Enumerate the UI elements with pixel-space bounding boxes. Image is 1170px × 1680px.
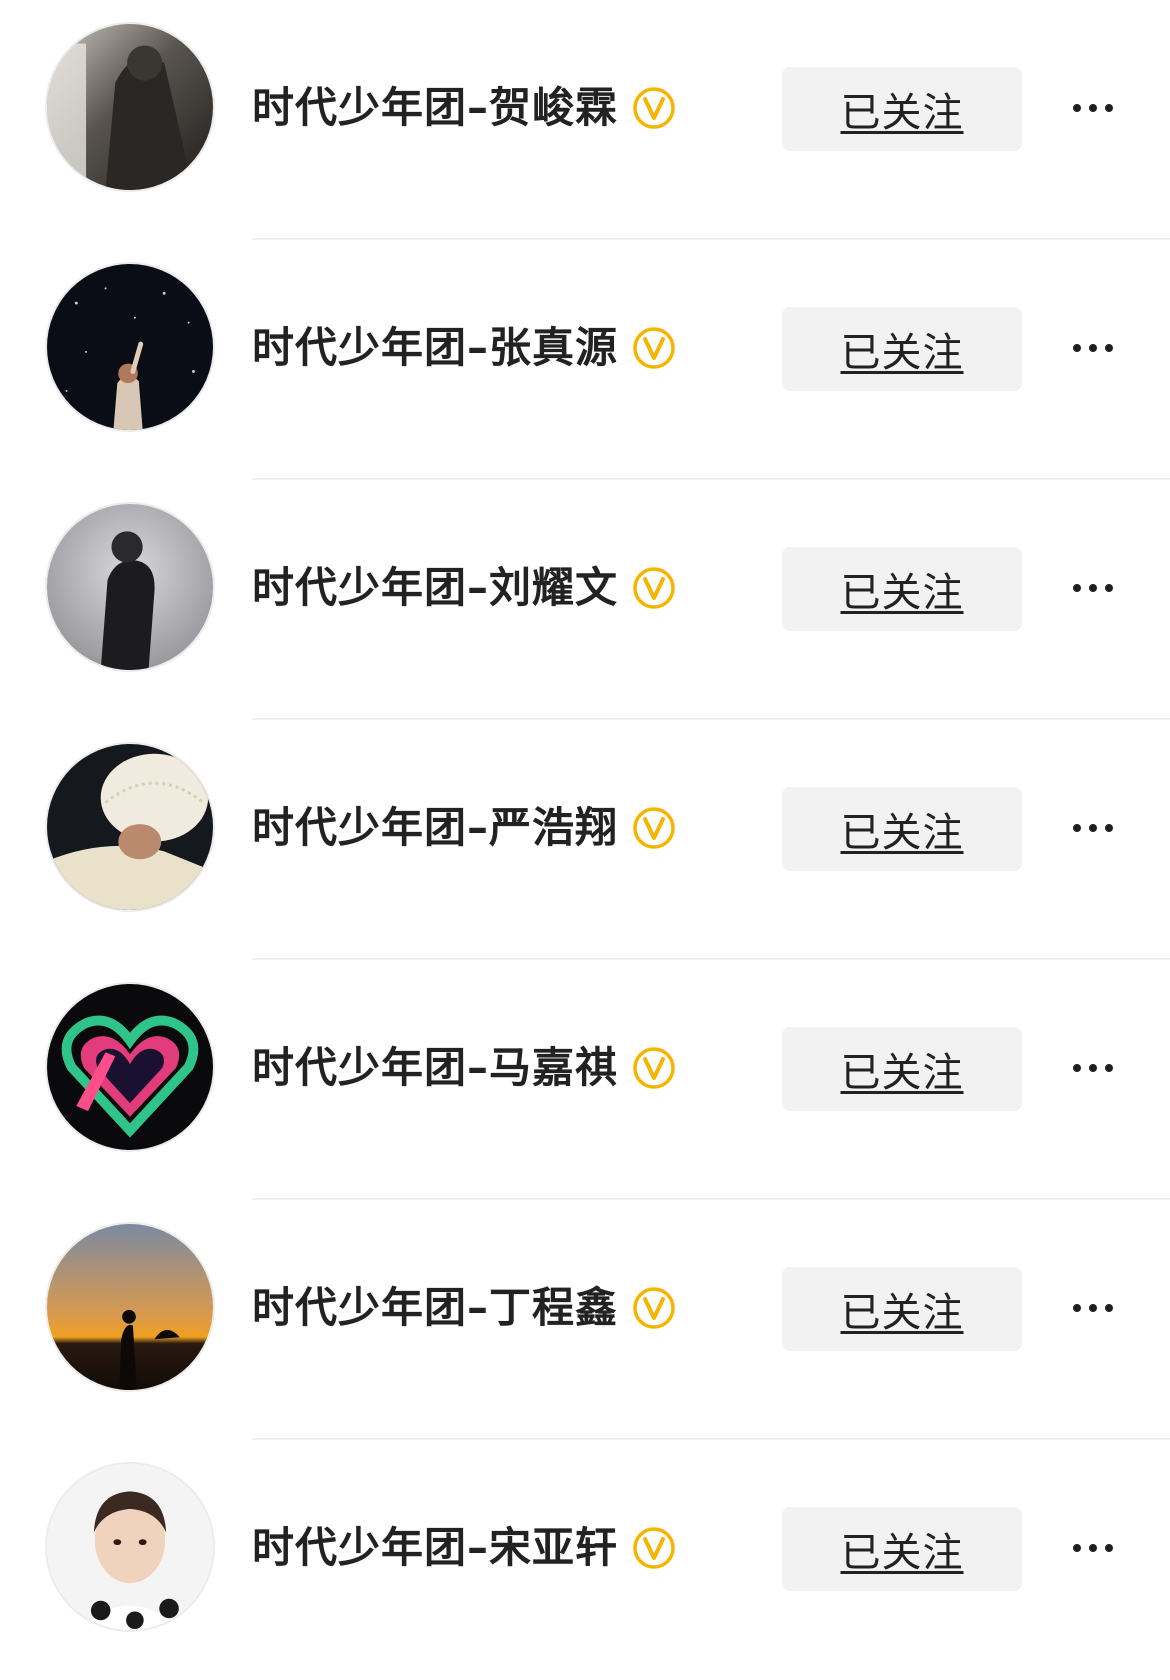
more-dots-icon [1073,344,1113,352]
account-name[interactable]: 时代少年团–严浩翔 [252,799,618,857]
verified-v-icon [632,806,676,850]
avatar[interactable] [45,982,215,1152]
more-options-button[interactable] [1058,805,1128,851]
more-options-button[interactable] [1058,1285,1128,1331]
followed-button-label: 已关注 [840,1530,964,1576]
followed-button[interactable]: 已关注 [782,67,1022,151]
more-options-button[interactable] [1058,85,1128,131]
followed-button[interactable]: 已关注 [782,787,1022,871]
followed-button-label: 已关注 [840,330,964,376]
list-item: 时代少年团–马嘉祺 已关注 [0,960,1170,1200]
more-dots-icon [1073,584,1113,592]
verified-v-icon [632,566,676,610]
list-item: 时代少年团–刘耀文 已关注 [0,480,1170,720]
account-name[interactable]: 时代少年团–刘耀文 [252,559,618,617]
list-item: 时代少年团–严浩翔 已关注 [0,720,1170,960]
list-item: 时代少年团–张真源 已关注 [0,240,1170,480]
followed-button[interactable]: 已关注 [782,1027,1022,1111]
more-dots-icon [1073,1544,1113,1552]
avatar[interactable] [45,262,215,432]
avatar[interactable] [45,502,215,672]
verified-v-icon [632,326,676,370]
more-dots-icon [1073,1064,1113,1072]
followed-button[interactable]: 已关注 [782,547,1022,631]
followed-button-label: 已关注 [840,810,964,856]
followed-button-label: 已关注 [840,90,964,136]
account-name[interactable]: 时代少年团–贺峻霖 [252,79,618,137]
more-options-button[interactable] [1058,325,1128,371]
avatar[interactable] [45,1462,215,1632]
verified-v-icon [632,1286,676,1330]
verified-v-icon [632,86,676,130]
list-item: 时代少年团–丁程鑫 已关注 [0,1200,1170,1440]
account-name[interactable]: 时代少年团–宋亚轩 [252,1519,618,1577]
more-dots-icon [1073,1304,1113,1312]
verified-v-icon [632,1526,676,1570]
more-options-button[interactable] [1058,1045,1128,1091]
followed-button-label: 已关注 [840,570,964,616]
more-dots-icon [1073,824,1113,832]
more-options-button[interactable] [1058,565,1128,611]
followed-button[interactable]: 已关注 [782,1267,1022,1351]
more-dots-icon [1073,104,1113,112]
followed-button[interactable]: 已关注 [782,307,1022,391]
followed-button-label: 已关注 [840,1050,964,1096]
list-item: 时代少年团–贺峻霖 已关注 [0,0,1170,240]
verified-v-icon [632,1046,676,1090]
avatar[interactable] [45,22,215,192]
followed-button[interactable]: 已关注 [782,1507,1022,1591]
account-name[interactable]: 时代少年团–张真源 [252,319,618,377]
avatar[interactable] [45,1222,215,1392]
account-name[interactable]: 时代少年团–马嘉祺 [252,1039,618,1097]
list-item: 时代少年团–宋亚轩 已关注 [0,1440,1170,1680]
account-name[interactable]: 时代少年团–丁程鑫 [252,1279,618,1337]
more-options-button[interactable] [1058,1525,1128,1571]
following-list: 时代少年团–贺峻霖 已关注 时代少年团–张真源 已关注 时代少年团–刘耀文 已关… [0,0,1170,1680]
avatar[interactable] [45,742,215,912]
followed-button-label: 已关注 [840,1290,964,1336]
